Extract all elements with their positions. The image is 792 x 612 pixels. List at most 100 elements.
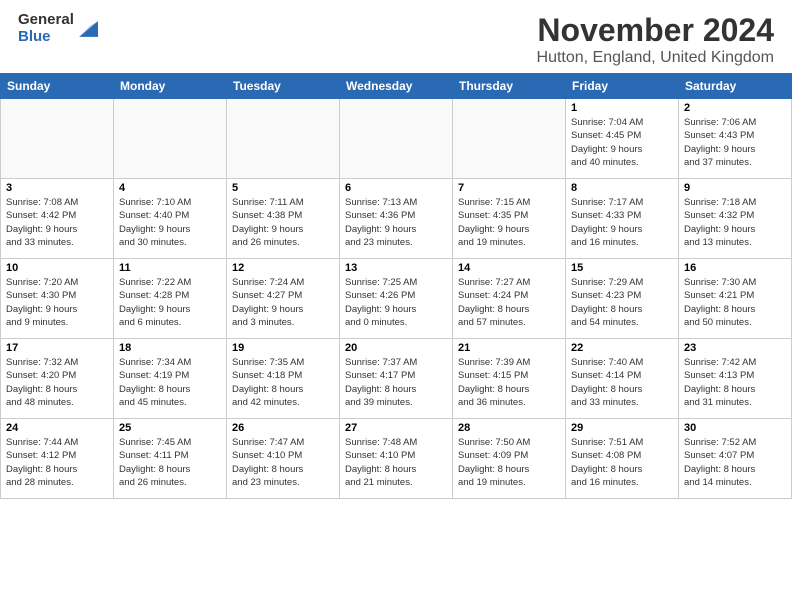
weekday-header-friday: Friday [566, 74, 679, 99]
calendar-cell: 6 Sunrise: 7:13 AM Sunset: 4:36 PM Daylig… [340, 179, 453, 259]
calendar-cell: 18 Sunrise: 7:34 AM Sunset: 4:19 PM Dayli… [114, 339, 227, 419]
calendar-cell [114, 99, 227, 179]
main-title: November 2024 [537, 12, 774, 49]
day-number: 30 [684, 422, 786, 434]
day-number: 13 [345, 262, 447, 274]
day-info: Sunrise: 7:04 AM Sunset: 4:45 PM Dayligh… [571, 116, 673, 169]
calendar-cell: 10Sunrise: 7:20 AM Sunset: 4:30 PM Dayli… [1, 259, 114, 339]
calendar-cell: 13 Sunrise: 7:25 AM Sunset: 4:26 PM Dayli… [340, 259, 453, 339]
day-number: 9 [684, 182, 786, 194]
day-info: Sunrise: 7:35 AM Sunset: 4:18 PM Dayligh… [232, 356, 334, 409]
day-info: Sunrise: 7:39 AM Sunset: 4:15 PM Dayligh… [458, 356, 560, 409]
day-info: Sunrise: 7:34 AM Sunset: 4:19 PM Dayligh… [119, 356, 221, 409]
day-number: 18 [119, 342, 221, 354]
day-info: Sunrise: 7:47 AM Sunset: 4:10 PM Dayligh… [232, 436, 334, 489]
day-info: Sunrise: 7:45 AM Sunset: 4:11 PM Dayligh… [119, 436, 221, 489]
day-info: Sunrise: 7:13 AM Sunset: 4:36 PM Dayligh… [345, 196, 447, 249]
calendar-cell: 24 Sunrise: 7:44 AM Sunset: 4:12 PM Dayli… [1, 419, 114, 499]
day-info: Sunrise: 7:42 AM Sunset: 4:13 PM Dayligh… [684, 356, 786, 409]
subtitle: Hutton, England, United Kingdom [537, 49, 774, 67]
calendar-cell: 20 Sunrise: 7:37 AM Sunset: 4:17 PM Dayli… [340, 339, 453, 419]
day-info: Sunrise: 7:44 AM Sunset: 4:12 PM Dayligh… [6, 436, 108, 489]
calendar-cell: 4 Sunrise: 7:10 AM Sunset: 4:40 PM Daylig… [114, 179, 227, 259]
weekday-header-saturday: Saturday [679, 74, 792, 99]
calendar-cell: 23 Sunrise: 7:42 AM Sunset: 4:13 PM Dayli… [679, 339, 792, 419]
calendar-cell: 30 Sunrise: 7:52 AM Sunset: 4:07 PM Dayli… [679, 419, 792, 499]
day-info: Sunrise: 7:08 AM Sunset: 4:42 PM Dayligh… [6, 196, 108, 249]
calendar-cell: 1 Sunrise: 7:04 AM Sunset: 4:45 PM Daylig… [566, 99, 679, 179]
calendar-cell: 28 Sunrise: 7:50 AM Sunset: 4:09 PM Dayli… [453, 419, 566, 499]
calendar-week-4: 24 Sunrise: 7:44 AM Sunset: 4:12 PM Dayli… [1, 419, 792, 499]
calendar-cell: 12 Sunrise: 7:24 AM Sunset: 4:27 PM Dayli… [227, 259, 340, 339]
calendar-cell: 29 Sunrise: 7:51 AM Sunset: 4:08 PM Dayli… [566, 419, 679, 499]
day-info: Sunrise: 7:52 AM Sunset: 4:07 PM Dayligh… [684, 436, 786, 489]
day-info: Sunrise: 7:15 AM Sunset: 4:35 PM Dayligh… [458, 196, 560, 249]
day-number: 17 [6, 342, 108, 354]
calendar-cell [1, 99, 114, 179]
day-number: 23 [684, 342, 786, 354]
day-number: 19 [232, 342, 334, 354]
day-info: Sunrise: 7:37 AM Sunset: 4:17 PM Dayligh… [345, 356, 447, 409]
logo-general-text: General [18, 12, 74, 29]
day-info: Sunrise: 7:50 AM Sunset: 4:09 PM Dayligh… [458, 436, 560, 489]
day-info: Sunrise: 7:51 AM Sunset: 4:08 PM Dayligh… [571, 436, 673, 489]
day-number: 7 [458, 182, 560, 194]
calendar-cell: 14 Sunrise: 7:27 AM Sunset: 4:24 PM Dayli… [453, 259, 566, 339]
calendar-cell: 11 Sunrise: 7:22 AM Sunset: 4:28 PM Dayli… [114, 259, 227, 339]
calendar-cell: 16 Sunrise: 7:30 AM Sunset: 4:21 PM Dayli… [679, 259, 792, 339]
calendar-cell: 7 Sunrise: 7:15 AM Sunset: 4:35 PM Daylig… [453, 179, 566, 259]
day-info: Sunrise: 7:29 AM Sunset: 4:23 PM Dayligh… [571, 276, 673, 329]
day-number: 21 [458, 342, 560, 354]
day-number: 2 [684, 102, 786, 114]
day-info: Sunrise: 7:18 AM Sunset: 4:32 PM Dayligh… [684, 196, 786, 249]
weekday-header-tuesday: Tuesday [227, 74, 340, 99]
day-info: Sunrise: 7:30 AM Sunset: 4:21 PM Dayligh… [684, 276, 786, 329]
calendar-cell: 2 Sunrise: 7:06 AM Sunset: 4:43 PM Daylig… [679, 99, 792, 179]
day-number: 12 [232, 262, 334, 274]
calendar-cell: 26Sunrise: 7:47 AM Sunset: 4:10 PM Dayli… [227, 419, 340, 499]
day-number: 14 [458, 262, 560, 274]
day-number: 1 [571, 102, 673, 114]
weekday-header-monday: Monday [114, 74, 227, 99]
calendar-week-0: 1 Sunrise: 7:04 AM Sunset: 4:45 PM Daylig… [1, 99, 792, 179]
day-info: Sunrise: 7:27 AM Sunset: 4:24 PM Dayligh… [458, 276, 560, 329]
day-number: 5 [232, 182, 334, 194]
weekday-header-thursday: Thursday [453, 74, 566, 99]
day-number: 27 [345, 422, 447, 434]
calendar-cell: 25 Sunrise: 7:45 AM Sunset: 4:11 PM Dayli… [114, 419, 227, 499]
logo: General Blue [18, 12, 98, 45]
day-number: 6 [345, 182, 447, 194]
day-number: 25 [119, 422, 221, 434]
calendar-cell: 8Sunrise: 7:17 AM Sunset: 4:33 PM Daylig… [566, 179, 679, 259]
logo-icon [76, 18, 98, 40]
calendar-week-2: 10Sunrise: 7:20 AM Sunset: 4:30 PM Dayli… [1, 259, 792, 339]
page-header: General Blue November 2024 Hutton, Engla… [0, 0, 792, 73]
weekday-header-sunday: Sunday [1, 74, 114, 99]
calendar-cell: 5 Sunrise: 7:11 AM Sunset: 4:38 PM Daylig… [227, 179, 340, 259]
day-info: Sunrise: 7:20 AM Sunset: 4:30 PM Dayligh… [6, 276, 108, 329]
day-info: Sunrise: 7:32 AM Sunset: 4:20 PM Dayligh… [6, 356, 108, 409]
day-info: Sunrise: 7:06 AM Sunset: 4:43 PM Dayligh… [684, 116, 786, 169]
day-number: 29 [571, 422, 673, 434]
logo-blue-text: Blue [18, 29, 74, 46]
day-number: 4 [119, 182, 221, 194]
calendar-cell: 17 Sunrise: 7:32 AM Sunset: 4:20 PM Dayli… [1, 339, 114, 419]
day-number: 11 [119, 262, 221, 274]
day-number: 16 [684, 262, 786, 274]
calendar-week-1: 3Sunrise: 7:08 AM Sunset: 4:42 PM Daylig… [1, 179, 792, 259]
calendar-cell: 19 Sunrise: 7:35 AM Sunset: 4:18 PM Dayli… [227, 339, 340, 419]
day-number: 8 [571, 182, 673, 194]
day-info: Sunrise: 7:11 AM Sunset: 4:38 PM Dayligh… [232, 196, 334, 249]
calendar-cell: 22Sunrise: 7:40 AM Sunset: 4:14 PM Dayli… [566, 339, 679, 419]
calendar-cell: 15Sunrise: 7:29 AM Sunset: 4:23 PM Dayli… [566, 259, 679, 339]
calendar-week-3: 17 Sunrise: 7:32 AM Sunset: 4:20 PM Dayli… [1, 339, 792, 419]
day-info: Sunrise: 7:25 AM Sunset: 4:26 PM Dayligh… [345, 276, 447, 329]
day-number: 28 [458, 422, 560, 434]
day-info: Sunrise: 7:10 AM Sunset: 4:40 PM Dayligh… [119, 196, 221, 249]
calendar-header-row: SundayMondayTuesdayWednesdayThursdayFrid… [1, 74, 792, 99]
day-info: Sunrise: 7:22 AM Sunset: 4:28 PM Dayligh… [119, 276, 221, 329]
day-number: 24 [6, 422, 108, 434]
calendar-cell: 21 Sunrise: 7:39 AM Sunset: 4:15 PM Dayli… [453, 339, 566, 419]
day-info: Sunrise: 7:24 AM Sunset: 4:27 PM Dayligh… [232, 276, 334, 329]
day-number: 20 [345, 342, 447, 354]
